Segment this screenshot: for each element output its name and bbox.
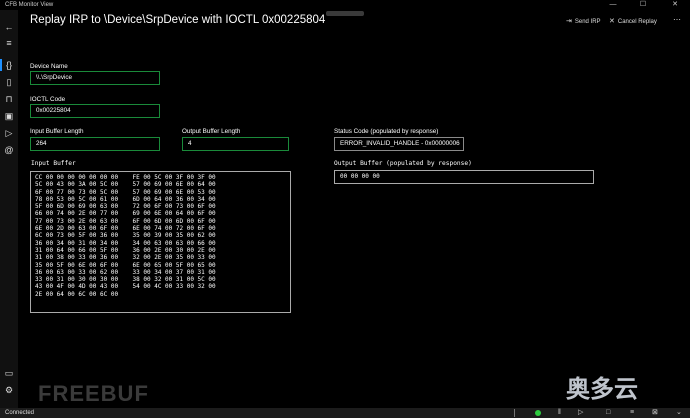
- feedback-icon[interactable]: ▭: [0, 366, 18, 380]
- hex-line: 66 00 74 00 2E 00 77 00 69 00 6E 00 64 0…: [35, 210, 216, 218]
- hex-line: 31 00 64 00 66 00 5F 00 36 00 2E 00 30 0…: [35, 246, 216, 254]
- play-icon[interactable]: ▷: [578, 408, 583, 418]
- input-buffer-label: Input Buffer: [31, 160, 76, 167]
- hex-line: 5C 00 43 00 3A 00 5C 00 57 00 69 00 6E 0…: [35, 181, 216, 189]
- hex-line: 6F 00 77 00 73 00 5C 00 57 00 69 00 6E 0…: [35, 188, 216, 196]
- hex-line: 6E 00 2D 00 63 00 6F 00 6E 00 74 00 72 0…: [35, 225, 216, 233]
- app-title: CFB Monitor View: [5, 2, 54, 8]
- hex-line: 36 00 34 00 31 00 34 00 34 00 63 00 63 0…: [35, 239, 216, 247]
- file-icon[interactable]: ▯: [0, 75, 18, 89]
- device-icon[interactable]: ▣: [0, 109, 18, 123]
- send-irp-button[interactable]: ⇥ Send IRP: [566, 17, 601, 25]
- status-bar: Connected ‖ ▷ □ ≡ ⊠ ⌄: [0, 408, 690, 418]
- title-bar: CFB Monitor View — ☐ ✕: [0, 0, 690, 10]
- more-button[interactable]: ⋯: [673, 15, 681, 24]
- page-title: Replay IRP to \Device\SrpDevice with IOC…: [30, 14, 326, 26]
- sidebar: ← ≡ {} ▯ ⊓ ▣ ▷ @ ▭ ⚙: [0, 10, 18, 408]
- menu-icon[interactable]: ≡: [0, 36, 18, 50]
- braces-icon[interactable]: {}: [0, 58, 18, 72]
- status-divider: [514, 409, 515, 417]
- status-code-field: ERROR_INVALID_HANDLE - 0x00000006: [334, 137, 464, 151]
- hex-line: 77 00 73 00 2E 00 63 00 6F 00 6D 00 6D 0…: [35, 217, 216, 225]
- close-icon: ✕: [609, 18, 615, 25]
- watermark-logo-left: FREEBUF: [38, 381, 149, 406]
- pin-icon[interactable]: ⊓: [0, 92, 18, 106]
- at-icon[interactable]: @: [0, 143, 18, 157]
- expand-icon[interactable]: ⌄: [676, 408, 682, 418]
- delete-icon[interactable]: ⊠: [652, 408, 658, 418]
- device-name-input[interactable]: \\.\SrpDevice: [30, 71, 160, 85]
- connection-status: Connected: [5, 410, 35, 416]
- hex-line: 5F 00 6D 00 69 00 63 00 72 00 6F 00 73 0…: [35, 203, 216, 211]
- send-icon: ⇥: [566, 18, 572, 25]
- send-irp-label: Send IRP: [574, 19, 601, 25]
- output-buffer-field: 00 00 00 00: [334, 170, 594, 184]
- status-indicator-icon: [535, 410, 541, 416]
- watermark-logo-right: 奥多云: [566, 375, 638, 403]
- pause-icon[interactable]: ‖: [558, 408, 561, 418]
- hex-line: 33 00 31 00 30 00 30 00 38 00 32 00 31 0…: [35, 276, 216, 284]
- ioctl-code-input[interactable]: 0x00225804: [30, 104, 160, 118]
- input-buffer-length-label: Input Buffer Length: [30, 128, 84, 135]
- hex-line: 6C 00 73 00 5F 00 36 00 35 00 39 00 35 0…: [35, 232, 216, 240]
- back-icon[interactable]: ←: [0, 20, 18, 34]
- drag-handle[interactable]: [326, 11, 364, 16]
- forward-icon[interactable]: ▷: [0, 126, 18, 140]
- status-code-label: Status Code (populated by response): [334, 128, 439, 135]
- stop-icon[interactable]: □: [606, 408, 610, 418]
- hex-line: 31 00 38 00 33 00 36 00 32 00 2E 00 35 0…: [35, 254, 216, 262]
- hex-line: 78 00 53 00 5C 00 61 00 6D 00 64 00 36 0…: [35, 195, 216, 203]
- output-buffer-length-input[interactable]: 4: [182, 137, 289, 151]
- input-buffer-textarea[interactable]: CC 00 00 00 00 00 00 00 FE 00 5C 00 3F 0…: [30, 171, 291, 313]
- hex-line: 2E 00 64 00 6C 00 6C 00: [35, 290, 119, 298]
- output-buffer-label: Output Buffer (populated by response): [334, 160, 472, 167]
- hex-line: 43 00 4F 00 4D 00 43 00 54 00 4C 00 33 0…: [35, 283, 216, 291]
- output-buffer-length-label: Output Buffer Length: [182, 128, 241, 135]
- hex-line: CC 00 00 00 00 00 00 00 FE 00 5C 00 3F 0…: [35, 174, 216, 181]
- gear-icon[interactable]: ⚙: [0, 383, 18, 397]
- device-name-label: Device Name: [30, 63, 68, 70]
- hex-line: 35 00 5F 00 6E 00 6F 00 6E 00 65 00 5F 0…: [35, 261, 216, 269]
- ioctl-code-label: IOCTL Code: [30, 96, 66, 103]
- cancel-replay-button[interactable]: ✕ Cancel Replay: [609, 17, 657, 25]
- input-buffer-length-input[interactable]: 264: [30, 137, 160, 151]
- maximize-button[interactable]: ☐: [628, 0, 658, 10]
- close-button[interactable]: ✕: [660, 0, 690, 10]
- cancel-replay-label: Cancel Replay: [617, 19, 657, 25]
- hex-line: 36 00 63 00 33 00 62 00 33 00 34 00 37 0…: [35, 268, 216, 276]
- minimize-button[interactable]: —: [598, 0, 628, 10]
- list-icon[interactable]: ≡: [630, 408, 634, 418]
